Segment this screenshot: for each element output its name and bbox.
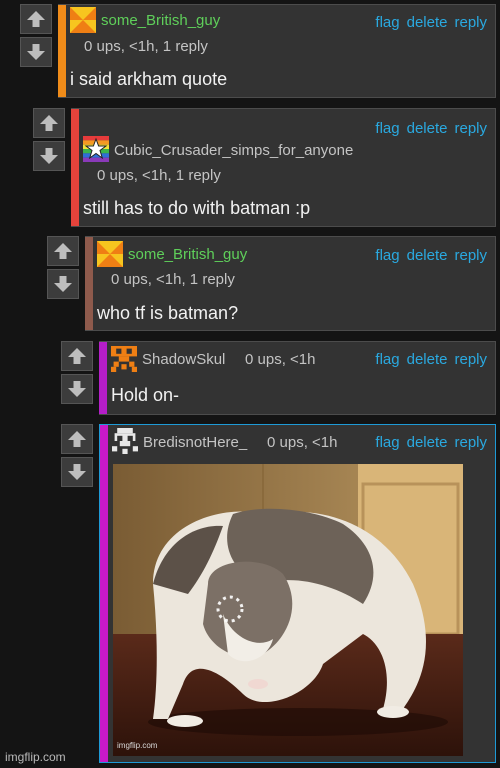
comment-actions: flag delete reply [375,247,487,264]
flag-link[interactable]: flag [375,247,399,264]
comment-card: some_British_guy flag delete reply 0 ups, … [85,236,496,331]
comment-5: BredisnotHere_ 0 ups, <1h flag delete repl… [61,424,496,763]
arrow-down-icon [68,464,86,480]
downvote-button[interactable] [61,457,93,487]
thread-depth-bar [100,425,108,762]
downvote-button[interactable] [61,374,93,404]
arrow-up-icon [40,115,58,131]
vote-controls [33,108,67,171]
comment-meta: 0 ups, <1h, 1 reply [84,38,208,55]
comment-4: ShadowSkul 0 ups, <1h flag delete reply Ho… [61,341,496,415]
comment-card: some_British_guy flag delete reply 0 ups, … [58,4,496,98]
username-link[interactable]: some_British_guy [101,12,220,29]
arrow-down-icon [68,381,86,397]
orange-yellow-pinwheel-icon [70,7,96,33]
reply-link[interactable]: reply [454,14,487,31]
comment-meta: 0 ups, <1h [267,434,338,451]
imgflip-watermark: imgflip.com [5,750,66,764]
flag-link[interactable]: flag [375,120,399,137]
reply-link[interactable]: reply [454,247,487,264]
comment-2: flag delete reply Cubic_Crusader_simps_for… [33,108,496,227]
downvote-button[interactable] [47,269,79,299]
vote-controls [61,424,95,487]
thread-depth-bar [99,342,107,414]
arrow-down-icon [27,44,45,60]
comment-actions: flag delete reply [375,434,487,451]
comment-card: flag delete reply Cubic_Crusader_simps_for… [71,108,496,227]
username-link[interactable]: ShadowSkul [142,351,225,368]
comment-card: ShadowSkul 0 ups, <1h flag delete reply Ho… [99,341,496,415]
delete-link[interactable]: delete [407,434,448,451]
upvote-button[interactable] [61,341,93,371]
thread-depth-bar [71,109,79,226]
downvote-button[interactable] [20,37,52,67]
delete-link[interactable]: delete [407,351,448,368]
orange-pixel-skull-icon [111,346,137,372]
upvote-button[interactable] [20,4,52,34]
vote-controls [20,4,54,67]
arrow-up-icon [27,11,45,27]
thread-depth-bar [85,237,93,330]
white-pixel-skull-icon [112,428,138,454]
comment-text: i said arkham quote [70,69,228,89]
comment-text: still has to do with batman :p [83,198,311,218]
delete-link[interactable]: delete [407,14,448,31]
orange-yellow-pinwheel-icon [97,241,123,267]
comment-card-highlighted: BredisnotHere_ 0 ups, <1h flag delete repl… [99,424,496,763]
comment-3: some_British_guy flag delete reply 0 ups, … [47,236,496,331]
arrow-up-icon [68,348,86,364]
comment-actions: flag delete reply [375,120,487,137]
username-link[interactable]: some_British_guy [128,246,247,263]
loading-cat-image[interactable]: imgflip.com [113,464,463,756]
comment-actions: flag delete reply [375,351,487,368]
image-watermark: imgflip.com [117,741,158,750]
arrow-down-icon [54,276,72,292]
comment-text: Hold on- [111,385,180,405]
delete-link[interactable]: delete [407,120,448,137]
downvote-button[interactable] [33,141,65,171]
comment-meta: 0 ups, <1h, 1 reply [111,271,235,288]
username-link[interactable]: BredisnotHere_ [143,434,247,451]
comment-meta: 0 ups, <1h [245,351,316,368]
flag-link[interactable]: flag [375,351,399,368]
comment-1: some_British_guy flag delete reply 0 ups, … [20,4,496,98]
thread-depth-bar [58,5,66,97]
flag-link[interactable]: flag [375,434,399,451]
username-link[interactable]: Cubic_Crusader_simps_for_anyone [114,142,353,159]
reply-link[interactable]: reply [454,434,487,451]
arrow-up-icon [54,243,72,259]
vote-controls [47,236,81,299]
flag-link[interactable]: flag [375,14,399,31]
reply-link[interactable]: reply [454,351,487,368]
arrow-up-icon [68,431,86,447]
comment-actions: flag delete reply [375,14,487,31]
upvote-button[interactable] [47,236,79,266]
reply-link[interactable]: reply [454,120,487,137]
upvote-button[interactable] [61,424,93,454]
vote-controls [61,341,95,404]
comment-meta: 0 ups, <1h, 1 reply [97,167,221,184]
upvote-button[interactable] [33,108,65,138]
rainbow-star-icon [83,136,109,162]
arrow-down-icon [40,148,58,164]
delete-link[interactable]: delete [407,247,448,264]
comment-text: who tf is batman? [97,303,239,323]
